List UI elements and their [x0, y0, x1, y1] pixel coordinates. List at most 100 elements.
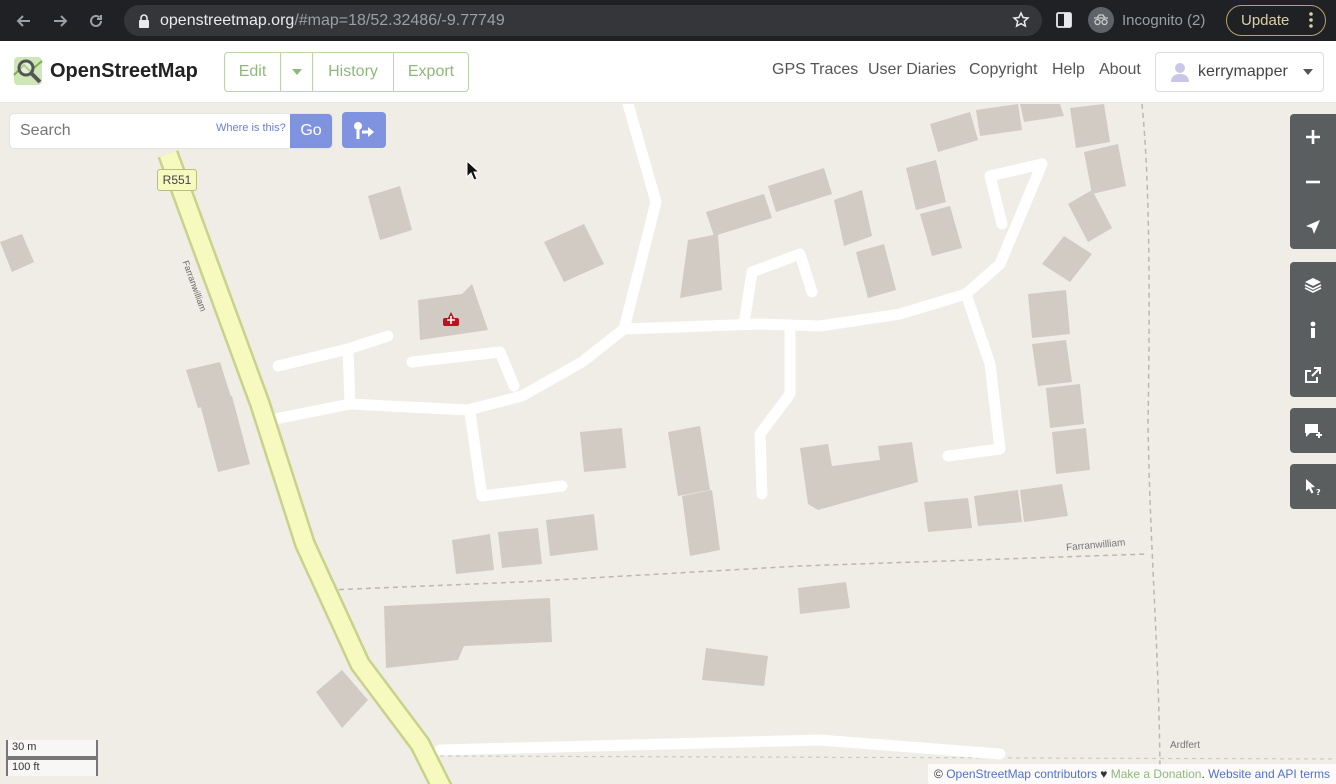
building: [920, 206, 962, 256]
boundary-line-east: [1141, 104, 1161, 784]
building: [1070, 104, 1110, 148]
road-south-mid: [754, 326, 796, 500]
road-west-spur-2: [272, 343, 354, 372]
road-ref-label: R551: [157, 169, 197, 191]
where-is-this-link[interactable]: Where is this?: [216, 122, 286, 134]
note-control: [1290, 408, 1336, 453]
address-bar[interactable]: openstreetmap.org/#map=18/52.32486/-9.77…: [124, 5, 1042, 36]
more-vert-icon: [1309, 12, 1313, 28]
attribution-heart: ♥: [1096, 767, 1111, 781]
road-south-west: [464, 406, 568, 502]
url-domain: openstreetmap.org: [160, 11, 295, 29]
plus-icon: [1306, 129, 1320, 144]
url-path: /#map=18/52.32486/-9.77749: [294, 11, 505, 29]
zoom-in-button[interactable]: [1290, 114, 1336, 159]
road-north-loop: [738, 248, 818, 330]
incognito-icon: [1088, 7, 1114, 33]
share-icon: [1305, 366, 1321, 383]
forward-button[interactable]: [42, 0, 78, 41]
place-label: Ardfert: [1170, 740, 1200, 751]
incognito-indicator[interactable]: Incognito (2): [1088, 6, 1205, 34]
building: [200, 396, 250, 472]
boundary-line-bottom: [439, 755, 1336, 760]
browser-toolbar: openstreetmap.org/#map=18/52.32486/-9.77…: [0, 0, 1336, 41]
building: [580, 428, 626, 472]
nav-link-help[interactable]: Help: [1052, 61, 1085, 79]
buildings: [0, 104, 1126, 728]
history-button[interactable]: History: [313, 53, 394, 91]
svg-text:?: ?: [1316, 488, 1321, 496]
building: [0, 234, 34, 272]
building: [768, 168, 832, 212]
user-menu[interactable]: kerrymapper: [1155, 52, 1324, 92]
building-large: [384, 598, 552, 668]
scale-imperial: 100 ft: [6, 758, 98, 776]
building: [1020, 484, 1068, 522]
scale-metric: 30 m: [6, 740, 98, 758]
search-bar: Where is this? Go: [10, 114, 332, 148]
building: [1052, 428, 1090, 474]
directions-button[interactable]: [342, 112, 386, 148]
go-button[interactable]: Go: [290, 114, 332, 148]
building: [498, 528, 542, 568]
export-button[interactable]: Export: [394, 53, 468, 91]
reload-button[interactable]: [78, 0, 114, 41]
search-input[interactable]: [10, 114, 200, 148]
edit-button[interactable]: Edit: [225, 53, 281, 91]
primary-road-r551: [160, 151, 450, 784]
road-west-spur: [342, 330, 394, 410]
road-north: [618, 104, 662, 335]
nav-link-gps-traces[interactable]: GPS Traces: [772, 61, 858, 79]
building: [930, 112, 978, 152]
chevron-down-icon: [1303, 69, 1313, 75]
map-canvas[interactable]: R551 Farranwilliam Farranwilliam Ardfert…: [0, 104, 1336, 784]
nav-link-copyright[interactable]: Copyright: [969, 61, 1037, 79]
map-key-button[interactable]: [1290, 307, 1336, 352]
edit-button-group: Edit History Export: [224, 52, 469, 92]
attribution-bar: © OpenStreetMap contributors ♥ Make a Do…: [928, 764, 1336, 784]
contributors-link[interactable]: OpenStreetMap contributors: [946, 767, 1097, 781]
back-button[interactable]: [6, 0, 42, 41]
bookmark-star-icon[interactable]: [1012, 11, 1030, 29]
zoom-out-button[interactable]: [1290, 159, 1336, 204]
boundary-line-south: [329, 553, 1149, 591]
donation-link[interactable]: Make a Donation: [1111, 767, 1202, 781]
chevron-down-icon: [291, 69, 302, 75]
building: [682, 490, 720, 556]
place-label-text: Ardfert: [1170, 740, 1201, 751]
update-button[interactable]: Update: [1226, 5, 1326, 36]
site-header: OpenStreetMap Edit History Export GPS Tr…: [0, 41, 1336, 103]
update-label: Update: [1241, 12, 1290, 29]
building: [834, 190, 872, 246]
building-hospital: [418, 284, 488, 340]
brand[interactable]: OpenStreetMap: [12, 55, 198, 87]
building: [856, 244, 896, 298]
building-large: [800, 442, 918, 510]
terms-link[interactable]: Website and API terms: [1208, 767, 1330, 781]
query-control: ?: [1290, 464, 1336, 509]
username: kerrymapper: [1198, 63, 1288, 80]
building: [974, 490, 1022, 526]
comment-plus-icon: [1305, 423, 1322, 438]
url-text: openstreetmap.org/#map=18/52.32486/-9.77…: [160, 12, 505, 30]
edit-dropdown-button[interactable]: [281, 53, 313, 91]
building: [546, 514, 598, 556]
locate-button[interactable]: [1290, 204, 1336, 249]
scale-bar: 30 m 100 ft: [6, 740, 100, 778]
avatar-icon: [1171, 63, 1189, 82]
lock-icon: [139, 13, 149, 28]
share-button[interactable]: [1290, 352, 1336, 397]
nav-link-user-diaries[interactable]: User Diaries: [868, 61, 956, 79]
building: [1042, 236, 1092, 282]
incognito-label: Incognito (2): [1122, 11, 1206, 29]
building: [452, 534, 494, 574]
building: [976, 104, 1022, 136]
nav-link-about[interactable]: About: [1099, 61, 1141, 79]
side-panel-icon[interactable]: [1055, 11, 1073, 29]
layers-button[interactable]: [1290, 262, 1336, 307]
query-features-button[interactable]: ?: [1290, 464, 1336, 509]
building: [798, 582, 850, 614]
directions-icon: [354, 122, 374, 139]
back-arrow-icon: [16, 14, 30, 27]
add-note-button[interactable]: [1290, 408, 1336, 453]
